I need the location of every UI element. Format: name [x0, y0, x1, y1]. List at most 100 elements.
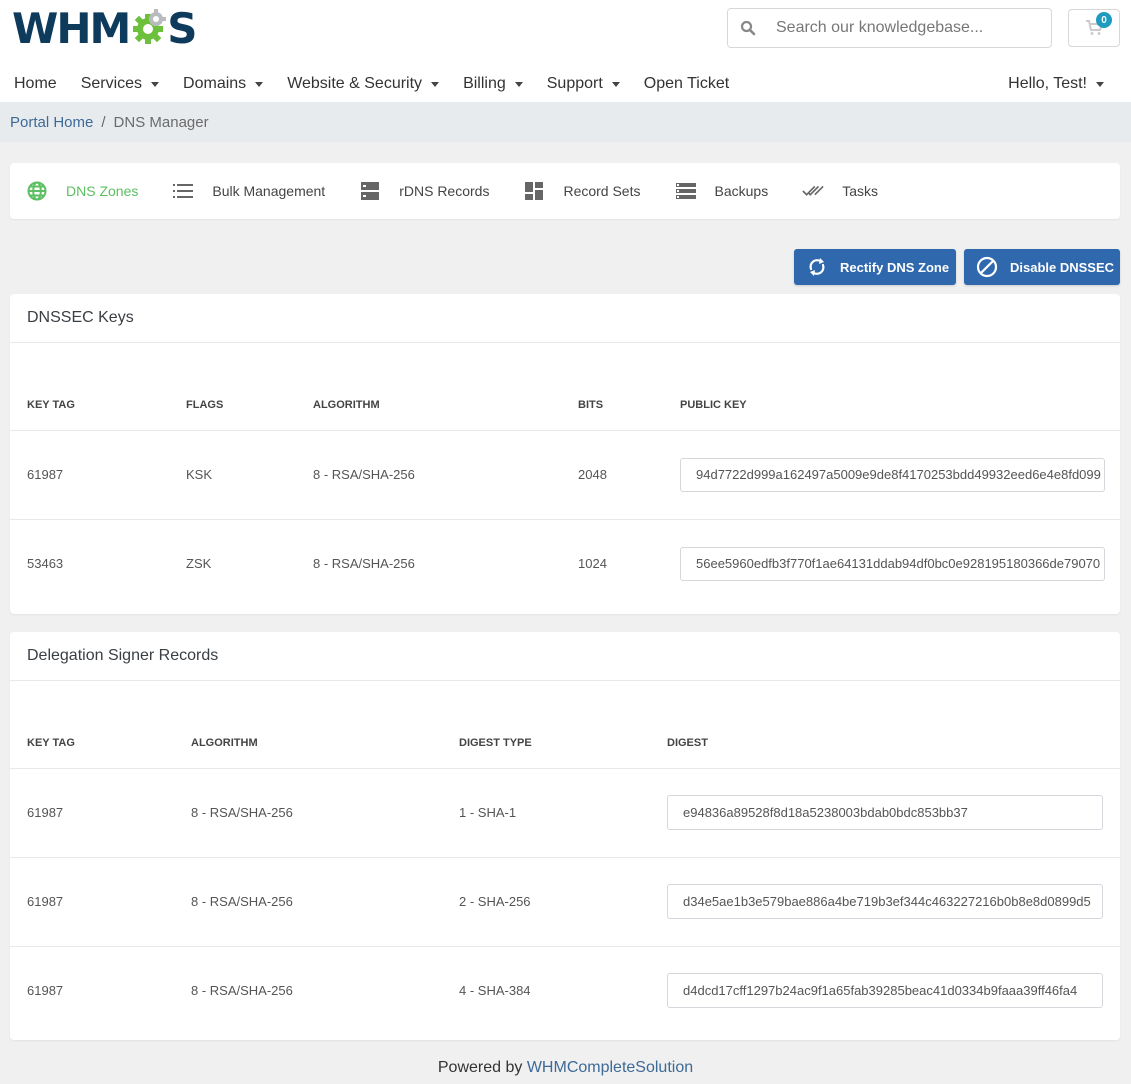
footer: Powered by WHMCompleteSolution: [0, 1059, 1131, 1077]
algorithm-cell: 8 - RSA/SHA-256: [313, 556, 415, 572]
tab-record-sets[interactable]: Record Sets: [523, 181, 641, 201]
digest-field[interactable]: [667, 795, 1103, 830]
algorithm-cell: 8 - RSA/SHA-256: [191, 983, 293, 999]
caret-down-icon: [151, 81, 160, 87]
bits-cell: 2048: [561, 430, 663, 520]
storage-icon: [675, 181, 697, 201]
nav-label: Services: [80, 75, 143, 92]
caret-down-icon: [611, 81, 620, 87]
key-tag-cell: 61987: [10, 857, 174, 947]
nav-domains[interactable]: Domains: [183, 75, 264, 93]
caret-down-icon: [431, 81, 440, 87]
public-key-cell: [663, 519, 1120, 608]
user-account-menu[interactable]: Hello, Test!: [1008, 72, 1104, 96]
tab-backups[interactable]: Backups: [675, 181, 768, 201]
column-header-key-tag[interactable]: KEY TAG: [10, 681, 174, 769]
nav-open-ticket[interactable]: Open Ticket: [644, 75, 729, 93]
tab-tasks[interactable]: Tasks: [802, 181, 878, 201]
nav-label: Support: [546, 75, 603, 92]
table-row: 53463 ZSK 8 - RSA/SHA-256 1024: [10, 519, 1120, 608]
table-row: 61987 8 - RSA/SHA-256 4 - SHA-384: [10, 946, 1120, 1035]
tab-bulk-management[interactable]: Bulk Management: [172, 181, 325, 201]
nav-support[interactable]: Support: [547, 75, 620, 93]
digest-type-cell: 1 - SHA-1: [442, 768, 650, 858]
public-key-field[interactable]: [680, 546, 1105, 581]
dnssec-keys-table: KEY TAG FLAGS ALGORITHM BITS PUBLIC KEY …: [10, 343, 1120, 608]
logo-text-right: S: [167, 4, 197, 53]
column-header-flags[interactable]: FLAGS: [169, 343, 296, 431]
flags-cell: KSK: [169, 430, 296, 520]
column-header-digest-type[interactable]: DIGEST TYPE: [442, 681, 650, 769]
key-tag-cell: 61987: [27, 983, 64, 999]
tab-label: Bulk Management: [212, 183, 326, 199]
table-header-row: KEY TAG FLAGS ALGORITHM BITS PUBLIC KEY: [10, 343, 1120, 431]
knowledgebase-search[interactable]: [727, 8, 1052, 48]
button-label: Rectify DNS Zone: [840, 259, 950, 275]
tab-dns-zones[interactable]: DNS Zones: [26, 181, 138, 201]
nav-services[interactable]: Services: [80, 75, 160, 93]
delegation-signer-records-panel: Delegation Signer Records KEY TAG ALGORI…: [10, 632, 1120, 1040]
digest-cell: [650, 946, 1120, 1035]
nav-home[interactable]: Home: [14, 75, 57, 93]
caret-down-icon: [1096, 81, 1104, 87]
column-header-algorithm[interactable]: ALGORITHM: [174, 681, 442, 769]
column-header-algorithm[interactable]: ALGORITHM: [296, 343, 561, 431]
column-header-key-tag[interactable]: KEY TAG: [10, 343, 169, 431]
bits-cell: 1024: [578, 556, 607, 572]
table-row: 61987 KSK 8 - RSA/SHA-256 2048: [10, 430, 1120, 520]
main-navigation: Home Services Domains Website & Security…: [14, 72, 753, 96]
tab-rdns-records[interactable]: rDNS Records: [359, 181, 489, 201]
cart-count-badge: 0: [1096, 12, 1112, 28]
caret-down-icon: [514, 81, 523, 87]
table-header-row: KEY TAG ALGORITHM DIGEST TYPE DIGEST: [10, 681, 1120, 769]
panel-title: DNSSEC Keys: [10, 294, 1120, 343]
tab-label: Record Sets: [563, 183, 641, 199]
digest-field[interactable]: [667, 973, 1103, 1009]
nav-label: Billing: [463, 75, 506, 92]
breadcrumb-separator: /: [101, 113, 106, 131]
digest-type-cell: 4 - SHA-384: [459, 983, 531, 999]
column-header-digest[interactable]: DIGEST: [650, 681, 1120, 769]
digest-cell: [650, 768, 1120, 858]
disable-dnssec-button[interactable]: Disable DNSSEC: [964, 249, 1120, 285]
footer-whmcs-link[interactable]: WHMCompleteSolution: [527, 1059, 693, 1076]
user-greeting: Hello, Test!: [1008, 75, 1087, 92]
flags-cell: ZSK: [186, 556, 212, 572]
caret-down-icon: [255, 81, 264, 87]
ds-records-table: KEY TAG ALGORITHM DIGEST TYPE DIGEST 619…: [10, 681, 1120, 1035]
dashboard-grid-icon: [523, 181, 545, 201]
logo-text-left: WHM: [12, 4, 131, 53]
tab-label: DNS Zones: [66, 183, 139, 199]
globe-icon: [26, 181, 48, 201]
public-key-field[interactable]: [680, 457, 1105, 492]
column-header-public-key[interactable]: PUBLIC KEY: [663, 343, 1120, 431]
digest-cell: [650, 857, 1120, 947]
nav-label: Website & Security: [287, 75, 423, 92]
nav-label: Open Ticket: [643, 75, 730, 92]
algorithm-cell: 8 - RSA/SHA-256: [174, 857, 442, 947]
whmcs-logo[interactable]: WHM S: [12, 4, 198, 53]
table-row: 61987 8 - RSA/SHA-256 2 - SHA-256: [10, 857, 1120, 947]
ban-icon: [976, 256, 998, 278]
sync-icon: [806, 256, 828, 278]
nav-billing[interactable]: Billing: [463, 75, 523, 93]
tab-label: Tasks: [842, 183, 878, 199]
nav-label: Domains: [183, 75, 247, 92]
cart-button[interactable]: 0: [1068, 9, 1120, 47]
search-input[interactable]: [768, 19, 1038, 37]
column-header-bits[interactable]: BITS: [561, 343, 663, 431]
algorithm-cell: 8 - RSA/SHA-256: [174, 768, 442, 858]
rectify-dns-zone-button[interactable]: Rectify DNS Zone: [794, 249, 956, 285]
dnssec-keys-panel: DNSSEC Keys KEY TAG FLAGS ALGORITHM BITS…: [10, 294, 1120, 614]
breadcrumb-portal-home[interactable]: Portal Home: [10, 114, 93, 131]
search-icon[interactable]: [728, 20, 768, 36]
algorithm-cell: 8 - RSA/SHA-256: [296, 430, 561, 520]
button-label: Disable DNSSEC: [1010, 259, 1115, 275]
nav-website-security[interactable]: Website & Security: [287, 75, 440, 93]
panel-title: Delegation Signer Records: [10, 632, 1120, 681]
digest-field[interactable]: [667, 884, 1103, 919]
nav-label: Home: [14, 75, 57, 92]
table-row: 61987 8 - RSA/SHA-256 1 - SHA-1: [10, 768, 1120, 858]
tab-label: rDNS Records: [399, 183, 490, 199]
server-icon: [359, 181, 381, 201]
